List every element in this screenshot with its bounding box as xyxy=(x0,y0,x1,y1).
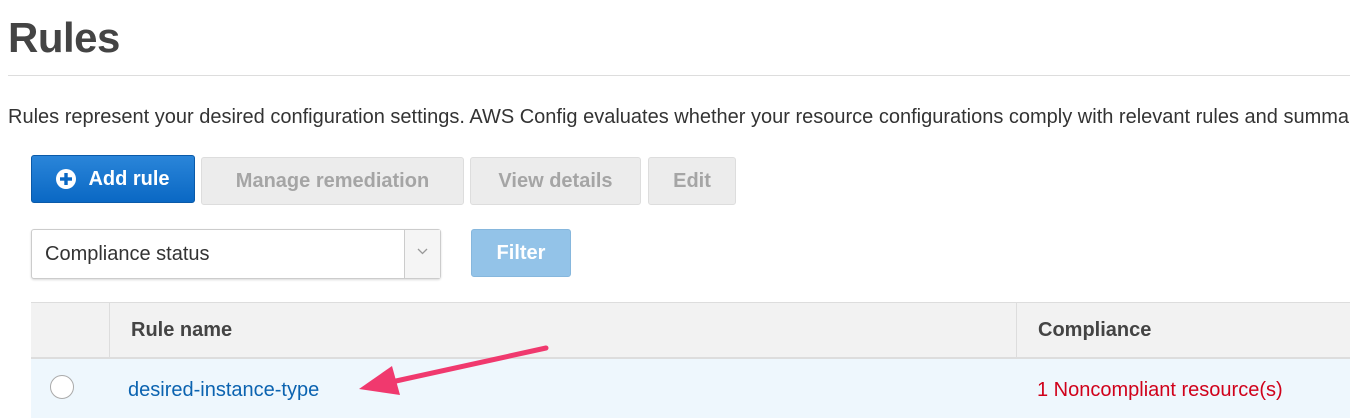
edit-button[interactable]: Edit xyxy=(648,157,736,205)
filter-button[interactable]: Filter xyxy=(471,229,571,277)
compliance-status: 1 Noncompliant resource(s) xyxy=(1037,379,1283,401)
table-header: Rule name Compliance xyxy=(31,302,1350,359)
rules-table: Rule name Compliance desired-instance-ty… xyxy=(31,302,1350,418)
rule-name-link[interactable]: desired-instance-type xyxy=(128,379,319,402)
page-description: Rules represent your desired configurati… xyxy=(8,106,1350,128)
row-radio[interactable] xyxy=(50,375,74,399)
manage-remediation-button[interactable]: Manage remediation xyxy=(201,157,464,205)
select-toggle[interactable] xyxy=(404,230,440,278)
compliance-column-header[interactable]: Compliance xyxy=(1017,303,1350,358)
add-rule-button[interactable]: Add rule xyxy=(31,155,195,203)
compliance-status-select[interactable]: Compliance status xyxy=(31,229,441,279)
select-column-header xyxy=(31,303,110,358)
compliance-status-value: Compliance status xyxy=(45,243,210,265)
view-details-button[interactable]: View details xyxy=(470,157,641,205)
title-divider xyxy=(8,75,1350,76)
chevron-down-icon xyxy=(417,248,428,255)
add-rule-label: Add rule xyxy=(88,167,170,190)
table-row[interactable]: desired-instance-type 1 Noncompliant res… xyxy=(31,359,1350,418)
rule-name-column-header[interactable]: Rule name xyxy=(110,303,1017,358)
page-title: Rules xyxy=(8,14,120,61)
plus-circle-icon xyxy=(56,169,77,189)
